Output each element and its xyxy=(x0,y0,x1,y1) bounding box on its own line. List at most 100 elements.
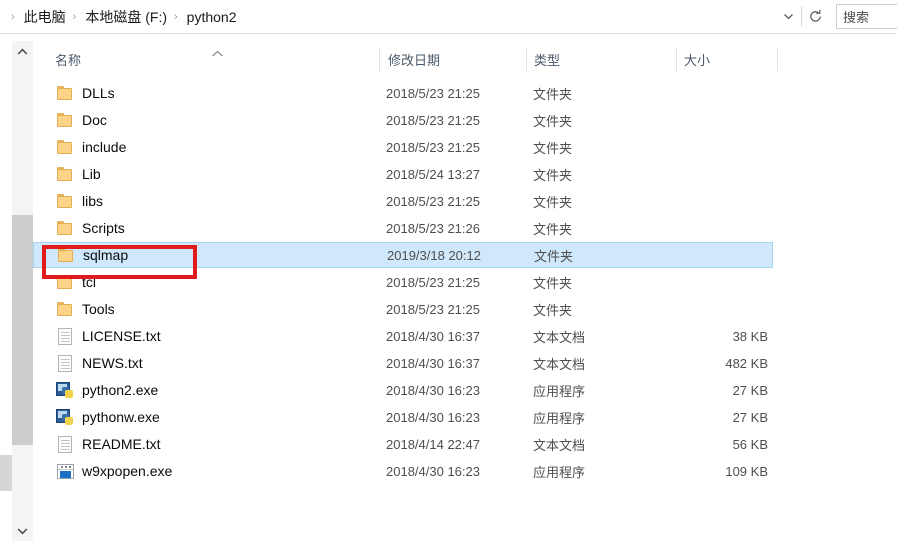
file-date-modified: 2018/4/14 22:47 xyxy=(386,436,480,452)
file-size: 109 KB xyxy=(725,463,768,479)
file-name: libs xyxy=(82,193,104,209)
file-name: DLLs xyxy=(82,85,115,101)
table-row[interactable]: Scripts 2018/5/23 21:26 文件夹 xyxy=(33,215,773,241)
document-icon xyxy=(58,354,72,372)
breadcrumb-item-local-disk-f[interactable]: 本地磁盘 (F:) xyxy=(83,5,169,29)
breadcrumb-separator-0: › xyxy=(11,10,15,23)
address-bar[interactable]: › 此电脑 › 本地磁盘 (F:) › python2 搜索 xyxy=(0,0,897,33)
document-icon xyxy=(58,435,72,453)
file-date-modified: 2018/4/30 16:37 xyxy=(386,328,480,344)
file-name: pythonw.exe xyxy=(82,409,160,425)
folder-icon xyxy=(56,86,74,100)
table-row[interactable]: python2.exe 2018/4/30 16:23 应用程序 27 KB xyxy=(33,377,773,403)
file-date-modified: 2018/4/30 16:37 xyxy=(386,355,480,371)
folder-icon xyxy=(56,167,74,181)
table-row[interactable]: sqlmap 2019/3/18 20:12 文件夹 xyxy=(33,242,773,268)
address-bar-divider xyxy=(0,33,897,34)
column-header-name[interactable]: 名称 xyxy=(55,41,395,78)
file-list[interactable]: DLLs 2018/5/23 21:25 文件夹 Doc 2018/5/23 21:25… xyxy=(33,80,897,541)
file-date-modified: 2019/3/18 20:12 xyxy=(387,247,481,263)
nav-pane-scrollbar-thumb[interactable] xyxy=(0,455,12,491)
breadcrumb-item-this-pc[interactable]: 此电脑 xyxy=(22,5,68,29)
file-icon xyxy=(55,461,75,481)
file-date-modified: 2018/4/30 16:23 xyxy=(386,409,480,425)
column-divider-2[interactable] xyxy=(676,48,677,71)
column-header-size-label: 大小 xyxy=(684,53,711,68)
file-type: 文件夹 xyxy=(533,140,573,156)
file-icon xyxy=(55,110,75,130)
column-divider-0[interactable] xyxy=(379,48,380,71)
column-header-name-label: 名称 xyxy=(55,53,82,68)
file-icon xyxy=(55,434,75,454)
folder-icon xyxy=(56,113,74,127)
file-type: 文本文档 xyxy=(533,437,586,453)
file-type: 文件夹 xyxy=(533,275,573,291)
file-date-modified: 2018/5/23 21:25 xyxy=(386,301,480,317)
table-row[interactable]: DLLs 2018/5/23 21:25 文件夹 xyxy=(33,80,773,106)
table-row[interactable]: Lib 2018/5/24 13:27 文件夹 xyxy=(33,161,773,187)
file-icon xyxy=(55,164,75,184)
chevron-down-icon[interactable] xyxy=(775,0,801,33)
file-type: 文件夹 xyxy=(533,221,573,237)
file-icon xyxy=(56,245,76,265)
file-date-modified: 2018/4/30 16:23 xyxy=(386,463,480,479)
table-row[interactable]: README.txt 2018/4/14 22:47 文本文档 56 KB xyxy=(33,431,773,457)
file-type: 应用程序 xyxy=(533,410,586,426)
file-type: 文本文档 xyxy=(533,329,586,345)
refresh-icon[interactable] xyxy=(802,0,828,33)
file-date-modified: 2018/5/23 21:26 xyxy=(386,220,480,236)
column-header-type[interactable]: 类型 xyxy=(534,41,679,78)
table-row[interactable]: w9xpopen.exe 2018/4/30 16:23 应用程序 109 KB xyxy=(33,458,773,484)
column-divider-1[interactable] xyxy=(526,48,527,71)
table-row[interactable]: pythonw.exe 2018/4/30 16:23 应用程序 27 KB xyxy=(33,404,773,430)
file-name: LICENSE.txt xyxy=(82,328,161,344)
table-row[interactable]: libs 2018/5/23 21:25 文件夹 xyxy=(33,188,773,214)
file-icon xyxy=(55,299,75,319)
table-row[interactable]: Doc 2018/5/23 21:25 文件夹 xyxy=(33,107,773,133)
column-header-date-modified[interactable]: 修改日期 xyxy=(388,41,533,78)
breadcrumb-separator-1: › xyxy=(72,10,77,23)
file-size: 56 KB xyxy=(732,436,768,452)
column-header-date-label: 修改日期 xyxy=(388,53,441,68)
chevron-down-icon[interactable] xyxy=(12,520,33,541)
table-row[interactable]: include 2018/5/23 21:25 文件夹 xyxy=(33,134,773,160)
table-row[interactable]: NEWS.txt 2018/4/30 16:37 文本文档 482 KB xyxy=(33,350,773,376)
column-header-row: 名称 修改日期 类型 大小 xyxy=(33,41,897,78)
file-list-scrollbar[interactable] xyxy=(12,41,33,541)
file-size: 27 KB xyxy=(732,382,768,398)
file-type: 应用程序 xyxy=(533,464,586,480)
breadcrumb-item-python2[interactable]: python2 xyxy=(185,7,239,27)
file-date-modified: 2018/5/23 21:25 xyxy=(386,139,480,155)
breadcrumb-separator-2: › xyxy=(174,10,178,23)
file-icon xyxy=(55,137,75,157)
file-type: 文件夹 xyxy=(534,248,574,264)
file-date-modified: 2018/5/23 21:25 xyxy=(386,112,480,128)
file-date-modified: 2018/5/23 21:25 xyxy=(386,193,480,209)
search-input[interactable]: 搜索 xyxy=(836,4,897,29)
file-name: sqlmap xyxy=(83,247,129,263)
table-row[interactable]: tcl 2018/5/23 21:25 文件夹 xyxy=(33,269,773,295)
file-name: NEWS.txt xyxy=(82,355,143,371)
breadcrumb[interactable]: › 此电脑 › 本地磁盘 (F:) › python2 xyxy=(0,0,775,33)
document-icon xyxy=(58,327,72,345)
search-placeholder: 搜索 xyxy=(843,10,870,25)
chevron-up-icon[interactable] xyxy=(12,41,33,62)
folder-icon xyxy=(56,140,74,154)
folder-icon xyxy=(57,248,75,262)
file-size: 38 KB xyxy=(732,328,768,344)
folder-icon xyxy=(56,221,74,235)
file-icon xyxy=(55,191,75,211)
table-row[interactable]: LICENSE.txt 2018/4/30 16:37 文本文档 38 KB xyxy=(33,323,773,349)
file-size: 27 KB xyxy=(732,409,768,425)
column-divider-3[interactable] xyxy=(777,48,778,71)
folder-icon xyxy=(56,275,74,289)
scrollbar-thumb[interactable] xyxy=(12,215,33,445)
file-date-modified: 2018/5/23 21:25 xyxy=(386,85,480,101)
table-row[interactable]: Tools 2018/5/23 21:25 文件夹 xyxy=(33,296,773,322)
file-type: 文件夹 xyxy=(533,167,573,183)
column-header-type-label: 类型 xyxy=(534,53,561,68)
file-icon xyxy=(55,380,75,400)
file-name: Tools xyxy=(82,301,115,317)
file-date-modified: 2018/4/30 16:23 xyxy=(386,382,480,398)
column-header-size[interactable]: 大小 xyxy=(684,41,779,78)
